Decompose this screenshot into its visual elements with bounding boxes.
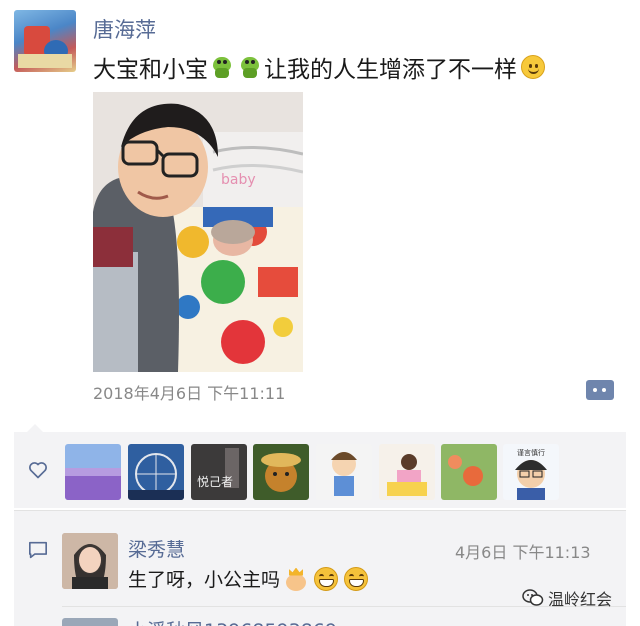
post-text-part2: 让我的人生增添了不一样	[264, 57, 517, 83]
comment-options-button[interactable]	[586, 380, 614, 400]
like-avatar-ferris-wheel[interactable]	[128, 444, 184, 500]
like-avatar-calligraphy[interactable]: 悦己者	[191, 444, 247, 500]
next-comment-row[interactable]: 小溪秋风13968593869	[62, 608, 626, 626]
comment-text[interactable]: 生了呀，小公主吗	[128, 565, 369, 592]
princess-emoji-icon	[284, 567, 308, 591]
comment-text-body: 生了呀，小公主吗	[128, 569, 281, 591]
commenter-name[interactable]: 梁秀慧	[128, 535, 185, 562]
grin-emoji-icon	[314, 566, 339, 591]
next-commenter-name[interactable]: 小溪秋风13968593869	[128, 616, 337, 626]
glasses-man-caption: 谨言慎行	[517, 448, 545, 457]
like-avatar-teddy-bear[interactable]	[253, 444, 309, 500]
comment-bubble-icon	[28, 541, 47, 559]
like-avatar-child[interactable]	[379, 444, 435, 500]
like-avatar-lavender-field[interactable]	[65, 444, 121, 500]
like-avatar-cartoon-boy[interactable]	[316, 444, 372, 500]
post-timestamp: 2018年4月6日 下午11:11	[93, 384, 286, 403]
next-commenter-avatar[interactable]	[62, 618, 118, 626]
frog-emoji-icon	[238, 55, 262, 79]
author-avatar[interactable]	[14, 10, 76, 72]
watermark: 温岭红会	[522, 586, 612, 610]
post-text: 大宝和小宝 让我的人生增添了不一样	[93, 50, 545, 84]
svg-text:baby: baby	[221, 172, 256, 188]
post-photo[interactable]: baby	[93, 92, 303, 372]
frog-emoji-icon	[210, 55, 234, 79]
commenter-avatar[interactable]	[62, 533, 118, 589]
like-avatar-cartoon-glasses-man[interactable]: 谨言慎行	[503, 444, 559, 500]
smile-emoji-icon	[521, 55, 545, 79]
watermark-text: 温岭红会	[548, 590, 613, 609]
moments-feed: 唐海萍 大宝和小宝 让我的人生增添了不一样 baby 2018年4月6日 下午1…	[0, 0, 640, 626]
grin-emoji-icon	[344, 566, 369, 591]
heart-icon	[29, 462, 47, 479]
wechat-logo-icon	[522, 589, 544, 606]
calligraphy-text: 悦己者	[197, 475, 233, 489]
comment-time: 4月6日 下午11:13	[455, 543, 591, 562]
like-avatar-poppy-flower[interactable]	[441, 444, 497, 500]
author-name[interactable]: 唐海萍	[93, 14, 156, 44]
post-text-part1: 大宝和小宝	[93, 57, 208, 83]
